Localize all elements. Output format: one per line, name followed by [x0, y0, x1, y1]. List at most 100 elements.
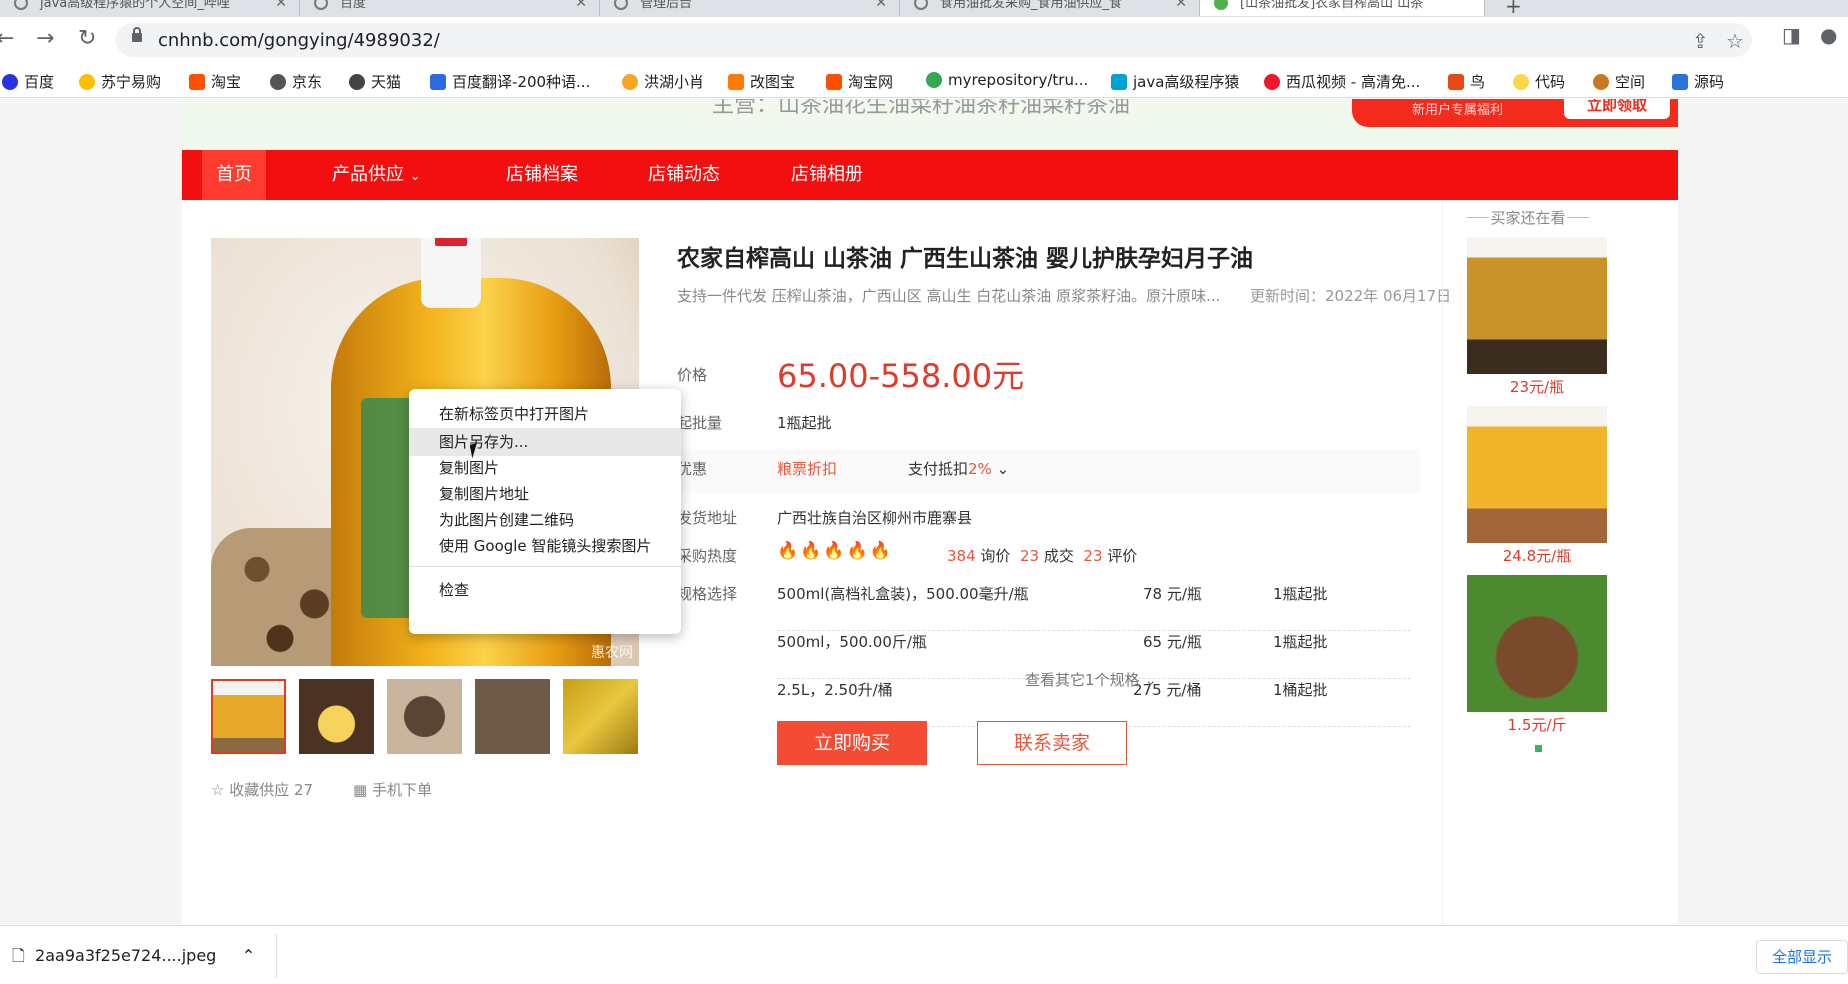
sidebar-product-price[interactable]: 1.5元/斤	[1467, 714, 1607, 735]
close-icon[interactable]: ✕	[275, 0, 287, 11]
bookmarks-bar: 百度 苏宁易购 淘宝 京东 天猫 百度翻译-200种语... 洪湖小肖 改图宝 …	[0, 64, 1848, 98]
nav-profile[interactable]: 店铺档案	[506, 150, 578, 200]
more-specs-label: 查看其它1个规格	[1025, 671, 1140, 689]
sidebar-product-image[interactable]	[1467, 237, 1607, 374]
nav-news[interactable]: 店铺动态	[648, 150, 720, 200]
contact-seller-button[interactable]: 联系卖家	[977, 721, 1127, 765]
favorite-button[interactable]: ☆ 收藏供应 27	[211, 779, 313, 800]
deal-label: 成交	[1043, 547, 1074, 565]
new-tab-icon[interactable]: +	[1505, 0, 1522, 17]
tab-oil-wholesale[interactable]: 食用油批发采购_食用油供应_食 ✕	[900, 0, 1200, 16]
forward-icon[interactable]: →	[36, 28, 54, 50]
close-icon[interactable]: ✕	[875, 0, 887, 11]
sidebar-product-price[interactable]: 24.8元/瓶	[1467, 545, 1607, 566]
spec-label: 规格选择	[677, 585, 738, 603]
profile-icon[interactable]: ●	[1820, 23, 1837, 47]
download-item[interactable]: 🗋 2aa9a3f25e724....jpeg ⌃	[12, 945, 255, 972]
shop-navbar: 首页 产品供应 ⌄ 店铺档案 店铺动态 店铺相册	[182, 150, 1678, 200]
bookmark-jd[interactable]: 京东	[270, 71, 322, 92]
nav-home[interactable]: 首页	[202, 150, 266, 200]
more-specs-link[interactable]: 查看其它1个规格 ⌄	[1025, 669, 1157, 690]
ctx-create-qr-code[interactable]: 为此图片创建二维码	[409, 506, 681, 534]
sidebar-product-image[interactable]	[1467, 575, 1607, 712]
bookmark-star-icon[interactable]: ☆	[1726, 29, 1744, 53]
close-icon[interactable]: ✕	[1175, 0, 1187, 11]
bookmark-label: java高级程序猿	[1133, 73, 1240, 91]
reload-icon[interactable]: ↻	[78, 28, 96, 50]
tab-strip: java高级程序猿的个人空间_哔哩 ✕ 百度 ✕ 管理后台 ✕ 食用油批发采购_…	[0, 0, 1848, 17]
nav-album[interactable]: 店铺相册	[791, 150, 863, 200]
download-bar: 🗋 2aa9a3f25e724....jpeg ⌃ 全部显示	[0, 925, 1848, 984]
promo-pay-discount[interactable]: 支付抵扣2% ⌄	[908, 458, 1009, 479]
bookmark-label: 代码	[1535, 73, 1566, 91]
ctx-open-image-new-tab[interactable]: 在新标签页中打开图片	[409, 400, 681, 428]
tab-admin[interactable]: 管理后台 ✕	[600, 0, 900, 16]
ctx-copy-image[interactable]: 复制图片	[409, 454, 681, 482]
heat-label: 采购热度	[677, 547, 738, 565]
bookmark-bilibili[interactable]: java高级程序猿	[1111, 71, 1239, 92]
price-label: 价格	[677, 366, 708, 384]
url-text[interactable]: cnhnb.com/gongying/4989032/	[158, 30, 440, 51]
bookmark-label: 淘宝	[211, 73, 242, 91]
bookmark-space[interactable]: 空间	[1593, 71, 1645, 92]
sidebar-product-image[interactable]	[1467, 406, 1607, 543]
bookmark-xigua[interactable]: 西瓜视频 - 高清免...	[1264, 71, 1420, 92]
close-icon[interactable]: ✕	[575, 0, 587, 11]
spec-name: 500ml(高档礼盒装)，500.00毫升/瓶	[777, 585, 1029, 603]
bookmark-code[interactable]: 代码	[1513, 71, 1565, 92]
buy-now-button[interactable]: 立即购买	[777, 721, 927, 765]
show-all-downloads-button[interactable]: 全部显示	[1756, 940, 1848, 974]
ctx-inspect[interactable]: 检查	[409, 576, 681, 604]
ctx-separator	[409, 566, 681, 567]
spec-row[interactable]: 500ml(高档礼盒装)，500.00毫升/瓶 78 元/瓶 1瓶起批	[777, 583, 1411, 631]
ad-banner[interactable]: 主营：山茶油花生油菜籽油茶籽油菜籽茶油 新用户专属福利 立即领取	[182, 99, 1678, 150]
bookmark-honghu[interactable]: 洪湖小肖	[622, 71, 704, 92]
bookmark-source[interactable]: 源码	[1672, 71, 1724, 92]
bookmark-baidu-translate[interactable]: 百度翻译-200种语...	[430, 71, 590, 92]
mobile-order-button[interactable]: ▦ 手机下单	[353, 779, 432, 800]
bookmark-taobao-net[interactable]: 淘宝网	[826, 71, 893, 92]
bookmark-tmall[interactable]: 天猫	[349, 71, 401, 92]
bookmark-myrepository[interactable]: myrepository/tru...	[926, 71, 1088, 89]
ship-value: 广西壮族自治区柳州市鹿寨县	[777, 509, 973, 527]
bookmark-taobao[interactable]: 淘宝	[189, 71, 241, 92]
globe-icon	[270, 74, 286, 90]
ctx-google-lens-search[interactable]: 使用 Google 智能镜头搜索图片	[409, 532, 681, 560]
tab-bilibili[interactable]: java高级程序猿的个人空间_哔哩 ✕	[0, 0, 300, 16]
share-icon[interactable]: ⇪	[1692, 29, 1709, 53]
thumbnail-5[interactable]	[563, 679, 638, 754]
bookmark-label: myrepository/tru...	[948, 71, 1089, 89]
bookmark-suning[interactable]: 苏宁易购	[79, 71, 161, 92]
translate-icon	[430, 74, 446, 90]
promo-grain-coupon[interactable]: 粮票折扣	[777, 458, 837, 479]
bird-icon	[1448, 74, 1464, 90]
ctx-save-image-as[interactable]: 图片另存为...	[409, 428, 681, 456]
bookmark-gaitubao[interactable]: 改图宝	[728, 71, 795, 92]
promo-pay-percent: 2%	[968, 460, 992, 478]
ctx-copy-image-address[interactable]: 复制图片地址	[409, 480, 681, 508]
tab-camellia-oil[interactable]: [山茶油批发]农家自榨高山 山茶	[1200, 0, 1485, 16]
bookmark-baidu[interactable]: 百度	[2, 71, 54, 92]
bookmark-label: 淘宝网	[848, 73, 894, 91]
carousel-dot[interactable]	[1535, 745, 1542, 752]
side-panel-icon[interactable]: ◨	[1782, 23, 1801, 47]
bookmark-label: 京东	[292, 73, 323, 91]
thumbnail-1[interactable]	[211, 679, 286, 754]
thumbnail-3[interactable]	[387, 679, 462, 754]
ad-label: 新用户专属福利	[1412, 103, 1504, 118]
tab-baidu[interactable]: 百度 ✕	[300, 0, 600, 16]
download-filename: 2aa9a3f25e724....jpeg	[35, 946, 217, 965]
chevron-up-icon[interactable]: ⌃	[242, 946, 255, 965]
nav-products[interactable]: 产品供应 ⌄	[332, 150, 421, 200]
thumbnail-2[interactable]	[299, 679, 374, 754]
ad-claim-button[interactable]: 立即领取	[1564, 99, 1670, 119]
promo-pay-text: 支付抵扣	[908, 460, 969, 478]
address-bar[interactable]: cnhnb.com/gongying/4989032/ ⇪ ☆	[116, 23, 1752, 57]
product-title: 农家自榨高山 山茶油 广西生山茶油 婴儿护肤孕妇月子油	[677, 246, 1254, 272]
bookmark-bird[interactable]: 鸟	[1448, 71, 1485, 92]
mobile-order-label: 手机下单	[371, 781, 432, 799]
sidebar-product-price[interactable]: 23元/瓶	[1467, 376, 1607, 397]
back-icon[interactable]: ←	[0, 28, 14, 50]
bookmark-label: 洪湖小肖	[644, 73, 705, 91]
thumbnail-4[interactable]	[475, 679, 550, 754]
